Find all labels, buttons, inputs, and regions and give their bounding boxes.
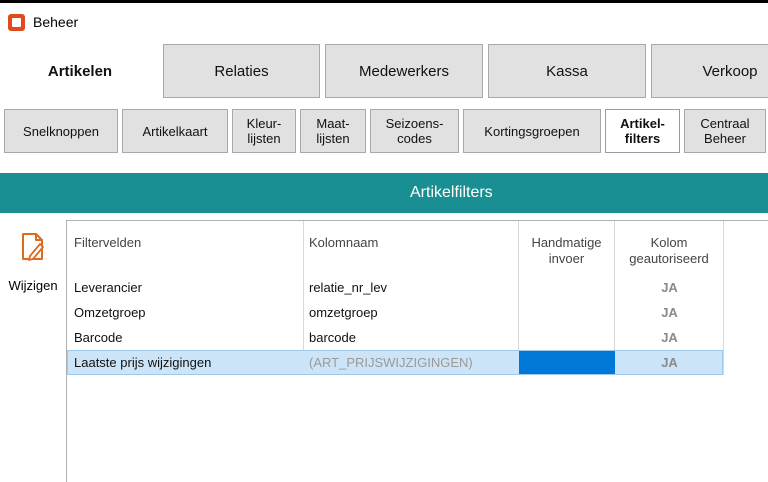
- header-kolom-geautoriseerd[interactable]: Kolom geautoriseerd: [615, 235, 723, 267]
- sub-tab-seizoenscodes[interactable]: Seizoens- codes: [370, 109, 459, 153]
- edit-button[interactable]: Wijzigen: [4, 226, 62, 293]
- cell-kolomnaam: barcode: [309, 330, 356, 345]
- sub-tab-kleurlijsten[interactable]: Kleur- lijsten: [232, 109, 296, 153]
- cell-kolomnaam: (ART_PRIJSWIJZIGINGEN): [309, 355, 473, 370]
- cell-kolom-geautoriseerd: JA: [661, 305, 678, 320]
- main-tab-medewerkers[interactable]: Medewerkers: [325, 44, 483, 98]
- sub-tab-artikelkaart[interactable]: Artikelkaart: [122, 109, 228, 153]
- filter-grid: Filtervelden Kolomnaam Handmatige invoer…: [66, 220, 768, 482]
- sub-tab-maatlijsten[interactable]: Maat- lijsten: [300, 109, 366, 153]
- cell-kolomnaam: omzetgroep: [309, 305, 378, 320]
- section-header: Artikelfilters: [0, 173, 768, 213]
- cell-kolom-geautoriseerd: JA: [661, 330, 678, 345]
- header-filtervelden[interactable]: Filtervelden: [74, 235, 141, 251]
- cell-kolom-geautoriseerd: JA: [661, 280, 678, 295]
- sub-tab-snelknoppen[interactable]: Snelknoppen: [4, 109, 118, 153]
- header-kolomnaam[interactable]: Kolomnaam: [309, 235, 378, 251]
- table-row[interactable]: Barcode barcode JA: [67, 325, 723, 350]
- main-tab-relaties[interactable]: Relaties: [163, 44, 320, 98]
- header-handmatige-invoer[interactable]: Handmatige invoer: [519, 235, 614, 267]
- title-bar: Beheer: [0, 3, 768, 39]
- window-title: Beheer: [33, 14, 79, 30]
- column-divider: [723, 221, 724, 375]
- sub-tab-artikelfilters[interactable]: Artikel- filters: [605, 109, 680, 153]
- cell-filterveld: Omzetgroep: [74, 305, 146, 320]
- sub-tab-centraal-beheer[interactable]: Centraal Beheer: [684, 109, 766, 153]
- table-row[interactable]: Leverancier relatie_nr_lev JA: [67, 275, 723, 300]
- main-tab-verkoop[interactable]: Verkoop: [651, 44, 768, 98]
- section-title: Artikelfilters: [410, 184, 493, 201]
- main-tab-kassa[interactable]: Kassa: [488, 44, 646, 98]
- cell-filterveld: Laatste prijs wijzigingen: [74, 355, 212, 370]
- edit-button-label: Wijzigen: [8, 278, 58, 293]
- table-row-selected[interactable]: Laatste prijs wijzigingen (ART_PRIJSWIJZ…: [67, 350, 723, 375]
- cell-handmatige-invoer-focused[interactable]: [519, 351, 615, 374]
- app-icon: [8, 14, 25, 31]
- sub-tab-kortingsgroepen[interactable]: Kortingsgroepen: [463, 109, 601, 153]
- edit-document-icon: [22, 233, 44, 261]
- cell-kolom-geautoriseerd: JA: [661, 355, 678, 370]
- table-row[interactable]: Omzetgroep omzetgroep JA: [67, 300, 723, 325]
- cell-kolomnaam: relatie_nr_lev: [309, 280, 388, 295]
- cell-filterveld: Barcode: [74, 330, 123, 345]
- left-toolbar: Wijzigen: [0, 220, 66, 482]
- cell-filterveld: Leverancier: [74, 280, 142, 295]
- main-tab-artikelen[interactable]: Artikelen: [4, 44, 156, 98]
